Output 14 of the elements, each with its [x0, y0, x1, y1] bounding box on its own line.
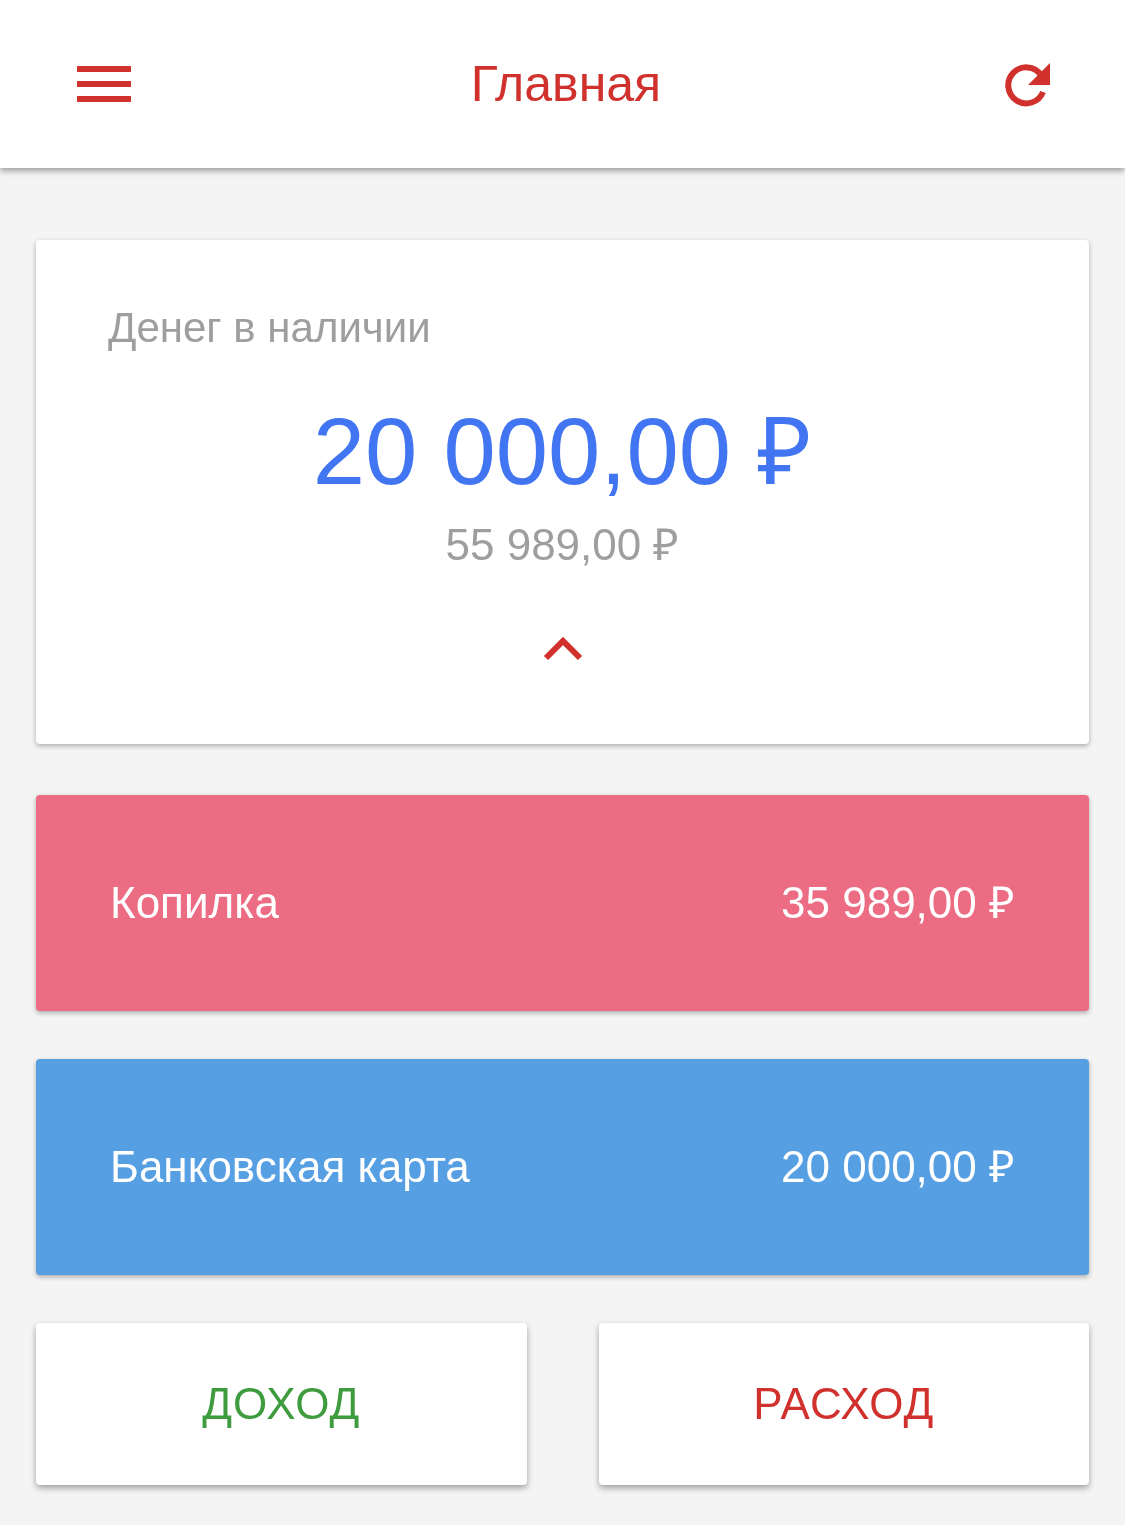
income-button[interactable]: ДОХОД [36, 1323, 527, 1485]
account-balance: 35 989,00 ₽ [781, 881, 1015, 925]
expense-button[interactable]: РАСХОД [598, 1323, 1089, 1485]
account-card[interactable]: Копилка 35 989,00 ₽ [36, 795, 1089, 1011]
account-card[interactable]: Банковская карта 20 000,00 ₽ [36, 1059, 1089, 1275]
account-name: Копилка [110, 881, 279, 925]
chevron-icon[interactable] [542, 636, 583, 661]
account-name: Банковская карта [110, 1145, 470, 1189]
account-balance: 20 000,00 ₽ [781, 1145, 1015, 1189]
balance-label: Денег в наличии [108, 303, 431, 353]
screen-title: Главная [470, 59, 662, 109]
menu-icon[interactable] [77, 66, 131, 102]
balance-amount: 20 000,00 ₽ [312, 404, 813, 499]
total-amount: 55 989,00 ₽ [445, 522, 680, 567]
